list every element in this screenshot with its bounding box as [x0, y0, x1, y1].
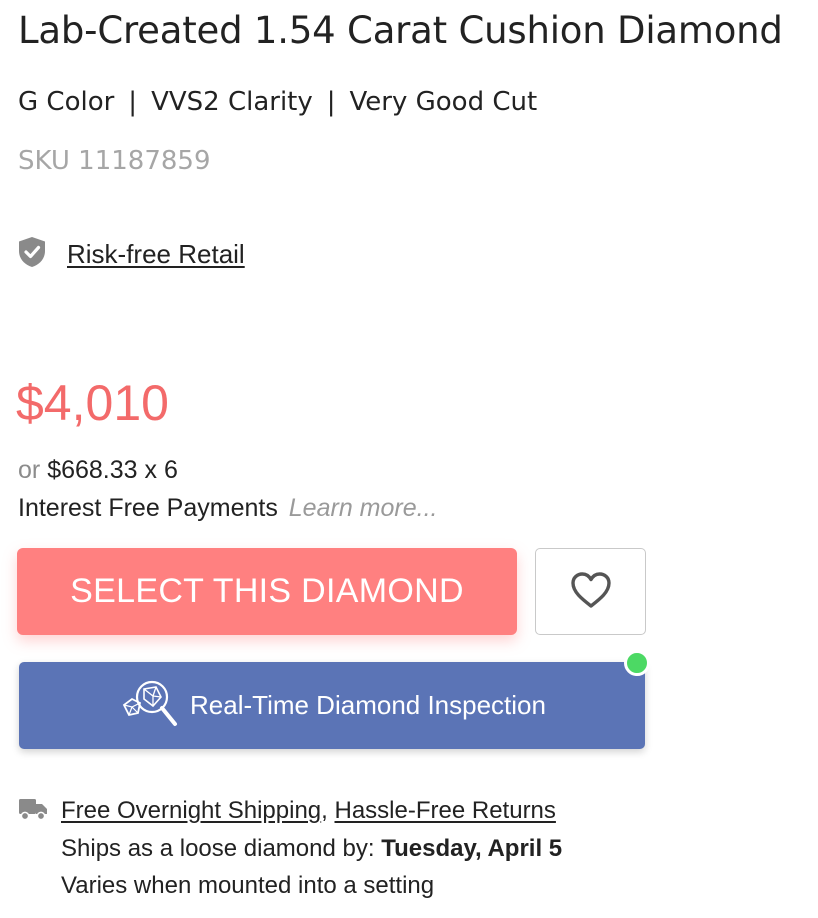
ships-by-prefix: Ships as a loose diamond by:: [61, 835, 375, 862]
ships-by-line: Ships as a loose diamond by: Tuesday, Ap…: [61, 832, 562, 866]
product-price: $4,010: [16, 375, 169, 431]
mounting-note: Varies when mounted into a setting: [61, 872, 435, 899]
risk-free-retail-link[interactable]: Risk-free Retail: [67, 239, 245, 270]
interest-free-label: Interest Free Payments: [18, 494, 278, 522]
shipping-links: Free Overnight Shipping, Hassle-Free Ret…: [61, 797, 556, 825]
favorite-button[interactable]: [535, 548, 646, 635]
interest-free-line: Interest Free Payments Learn more...: [18, 491, 437, 525]
real-time-inspection-button[interactable]: Real-Time Diamond Inspection: [19, 662, 645, 749]
shipping-comma: ,: [321, 797, 328, 824]
diamond-magnifier-icon: [118, 675, 190, 736]
spec-cut: Very Good Cut: [349, 87, 538, 117]
product-specs: G Color | VVS2 Clarity | Very Good Cut: [18, 84, 537, 120]
inspection-label: Real-Time Diamond Inspection: [190, 690, 546, 720]
installment-line: or $668.33 x 6: [18, 453, 178, 487]
installment-prefix: or: [18, 456, 41, 484]
spec-separator: |: [128, 87, 138, 117]
installment-amount: $668.33 x 6: [47, 456, 178, 484]
truck-icon: [18, 796, 48, 826]
learn-more-link[interactable]: Learn more...: [289, 494, 438, 522]
select-diamond-button[interactable]: SELECT THIS DIAMOND: [17, 548, 517, 635]
product-title: Lab-Created 1.54 Carat Cushion Diamond: [18, 9, 783, 52]
free-returns-link[interactable]: Hassle-Free Returns: [335, 797, 556, 824]
shield-check-icon: [18, 236, 46, 272]
heart-icon: [570, 571, 612, 612]
spec-separator: |: [326, 87, 336, 117]
sku-number: SKU 11187859: [18, 146, 211, 176]
free-shipping-link[interactable]: Free Overnight Shipping: [61, 797, 321, 824]
spec-clarity: VVS2 Clarity: [151, 87, 313, 117]
ships-by-date: Tuesday, April 5: [381, 835, 563, 862]
risk-free-row: Risk-free Retail: [18, 236, 245, 272]
online-status-dot: [624, 650, 650, 676]
shipping-row: Free Overnight Shipping, Hassle-Free Ret…: [18, 796, 556, 826]
spec-color: G Color: [18, 87, 115, 117]
